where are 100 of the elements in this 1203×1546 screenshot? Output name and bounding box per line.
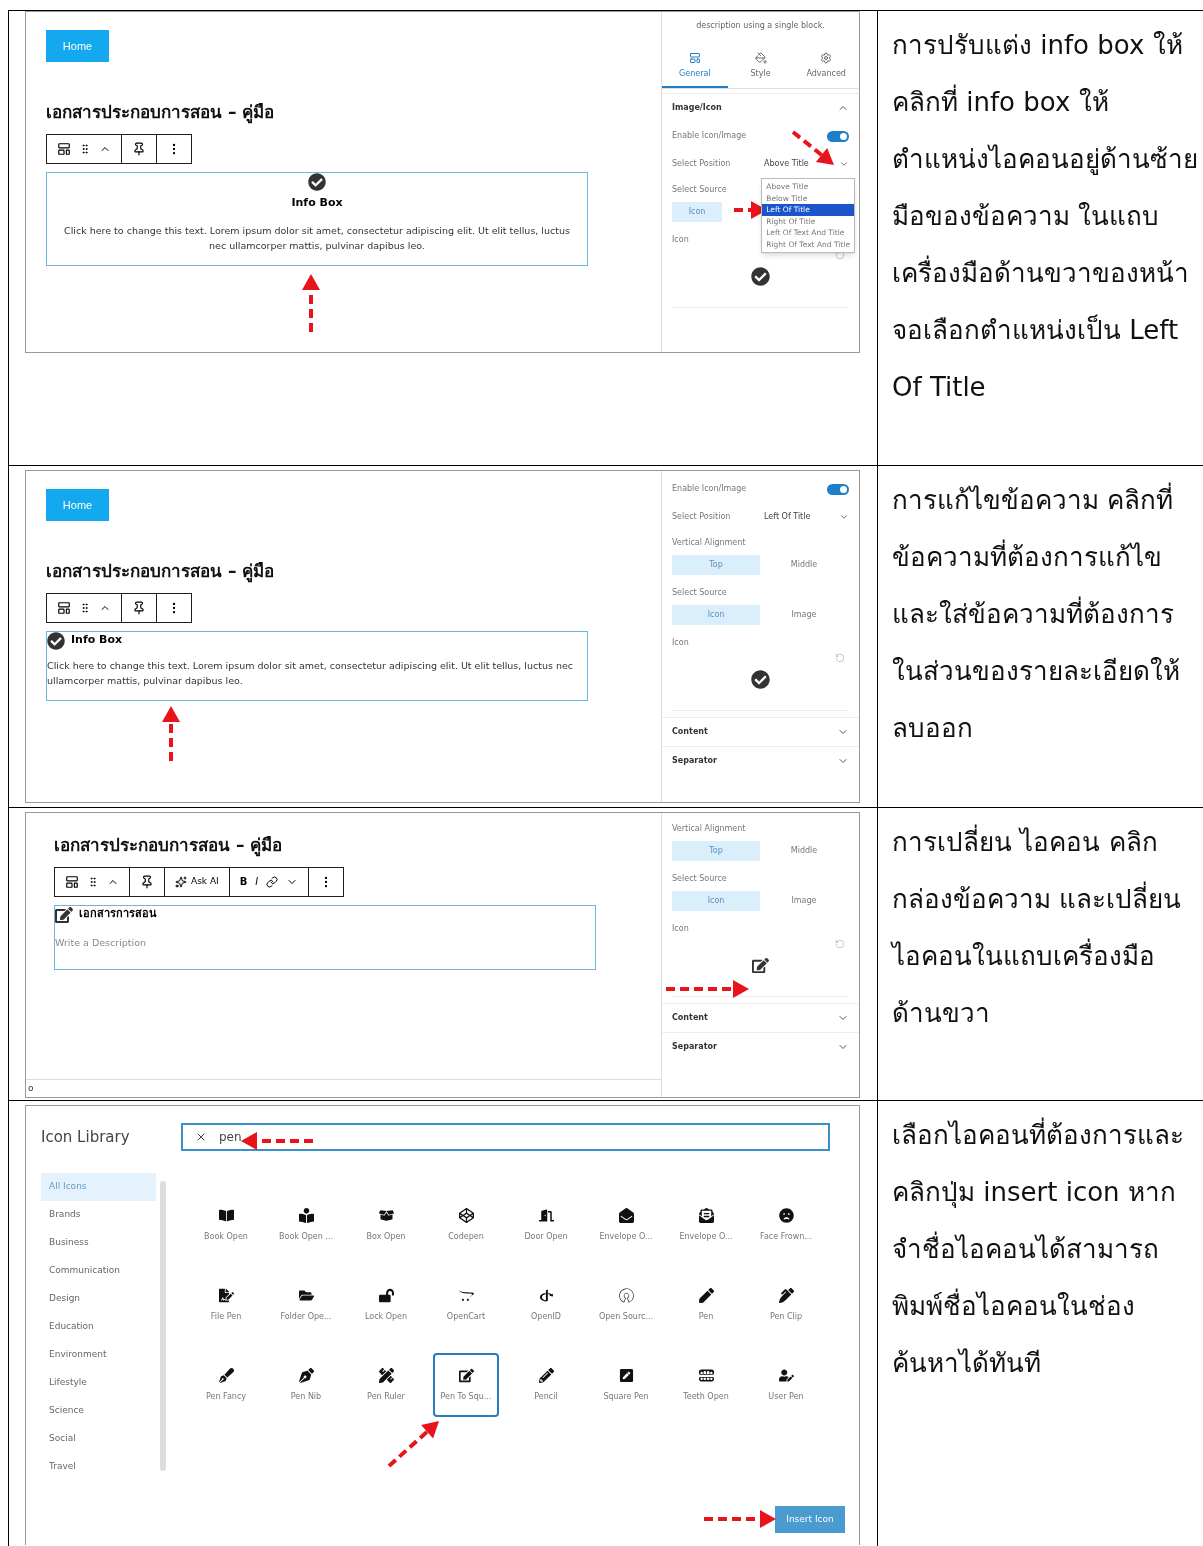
icon-tile[interactable]: OpenID [513, 1273, 579, 1337]
section-title: Image/Icon [672, 102, 722, 114]
icon-tile[interactable]: Pen Nib [273, 1353, 339, 1417]
icon-tile[interactable]: Envelope O... [673, 1193, 739, 1257]
icon-tile[interactable]: Book Open ... [273, 1193, 339, 1257]
drag-handle-icon[interactable] [79, 141, 91, 156]
info-box-title: Info Box [291, 194, 343, 211]
icon-tile[interactable]: Pen Clip [753, 1273, 819, 1337]
pin-icon[interactable] [140, 874, 154, 889]
category-item[interactable]: Science [41, 1397, 156, 1425]
link-icon[interactable] [266, 875, 279, 888]
icon-tile[interactable]: Pen Fancy [193, 1353, 259, 1417]
category-item[interactable]: Communication [41, 1257, 156, 1285]
icon-tile[interactable]: Open Sourc... [593, 1273, 659, 1337]
description-placeholder[interactable]: Write a Description [55, 935, 595, 950]
icon-tile[interactable]: Pen [673, 1273, 739, 1337]
icon-tile[interactable]: File Pen [193, 1273, 259, 1337]
page-title: เอกสารประกอบการสอน – คู่มือ [46, 101, 276, 126]
field-label: Icon [672, 234, 689, 246]
user-pen-icon [778, 1367, 794, 1383]
drag-handle-icon[interactable] [79, 600, 91, 615]
panel-section-header[interactable]: Content [662, 1003, 859, 1032]
segment-option[interactable]: Icon [672, 891, 760, 911]
icon-tile[interactable]: Folder Ope... [273, 1273, 339, 1337]
sidebar-tab[interactable]: Advanced [793, 52, 859, 88]
panel-section-header[interactable]: Separator [662, 746, 859, 775]
pin-icon[interactable] [132, 141, 146, 156]
ask-ai-button[interactable]: Ask AI [175, 874, 219, 889]
field-label: Select Source [672, 184, 727, 196]
field-label: Vertical Alignment [672, 537, 746, 549]
padlock-icon [378, 1287, 394, 1303]
category-item[interactable]: Brands [41, 1201, 156, 1229]
icon-tile[interactable]: Pen Ruler [353, 1353, 419, 1417]
info-box[interactable]: เอกสารการสอน Write a Description [54, 904, 596, 970]
icon-tile[interactable]: Square Pen [593, 1353, 659, 1417]
category-item[interactable]: All Icons [41, 1173, 156, 1201]
cube-icon [458, 1207, 474, 1223]
bold-button[interactable]: B [239, 874, 248, 889]
category-item[interactable]: Education [41, 1313, 156, 1341]
segment-option[interactable]: Top [672, 841, 760, 861]
info-box[interactable]: Info Box Click here to change this text. Lorem ipsum dolor sit amet, consectetur adipiscing elit. Ut elit tellus, luctus nec ullamcorper mattis, pulvinar dapibus leo. [46, 630, 588, 701]
select-value: Above Title [764, 158, 809, 170]
icon-tile[interactable]: Envelope O... [593, 1193, 659, 1257]
icon-tile[interactable]: User Pen [753, 1353, 819, 1417]
icon-tile[interactable]: OpenCart [433, 1273, 499, 1337]
icon-tile[interactable]: Box Open [353, 1193, 419, 1257]
segment-option[interactable]: Icon [672, 605, 760, 625]
segment-option[interactable]: Top [672, 555, 760, 575]
pin-icon[interactable] [132, 600, 146, 615]
file-pen-icon [218, 1287, 234, 1303]
icon-tile[interactable]: Door Open [513, 1193, 579, 1257]
icon-tile[interactable]: Book Open [193, 1193, 259, 1257]
sidebar-tab[interactable]: General [662, 52, 728, 88]
category-item[interactable]: Business [41, 1229, 156, 1257]
toggle-switch[interactable] [827, 130, 849, 142]
home-button[interactable]: Home [46, 30, 109, 62]
category-item[interactable]: Lifestyle [41, 1369, 156, 1397]
category-item[interactable]: Social [41, 1425, 156, 1453]
block-icon[interactable] [57, 141, 71, 156]
icon-tile[interactable]: Face Frown... [753, 1193, 819, 1257]
category-item[interactable]: Environment [41, 1341, 156, 1369]
page-title: เอกสารประกอบการสอน – คู่มือ [46, 560, 276, 585]
section-title: Content [672, 726, 708, 738]
category-item[interactable]: Design [41, 1285, 156, 1313]
icon-tile[interactable]: Pencil [513, 1353, 579, 1417]
icon-tile[interactable]: Pen To Squ... [433, 1353, 499, 1417]
category-item[interactable]: Travel [41, 1453, 156, 1481]
italic-button[interactable]: I [255, 874, 259, 889]
drag-handle-icon[interactable] [87, 874, 99, 889]
block-icon[interactable] [57, 600, 71, 615]
panel-section-header[interactable]: Separator [662, 1032, 859, 1061]
info-box-title: เอกสารการสอน [79, 906, 157, 923]
info-box-text: Click here to change this text. Lorem ipsum dolor sit amet, consectetur adipiscing elit. Ut elit tellus, luctus nec ullamcorper mattis, pulvinar dapibus leo. [63, 224, 571, 253]
clear-icon[interactable] [195, 1131, 207, 1143]
insert-icon-button[interactable]: Insert Icon [775, 1506, 845, 1533]
sidebar-tab[interactable]: Style [727, 52, 794, 88]
segment-option[interactable]: Icon [672, 202, 722, 222]
search-field[interactable]: pen [181, 1123, 830, 1151]
icon-tile[interactable]: Codepen [433, 1193, 499, 1257]
panel-section-header[interactable]: Image/Icon [662, 93, 859, 122]
info-box[interactable]: Info Box Click here to change this text. Lorem ipsum dolor sit amet, consectetur adipiscing elit. Ut elit tellus, luctus nec ullamcorper mattis, pulvinar dapibus leo. [46, 171, 588, 266]
icon-tile[interactable]: Lock Open [353, 1273, 419, 1337]
toggle-switch[interactable] [827, 483, 849, 495]
pen-icon [778, 1287, 794, 1303]
panel-section-header[interactable]: Content [662, 717, 859, 746]
ring-icon [618, 1287, 634, 1303]
pen-nib-icon [298, 1367, 314, 1383]
icon-tile[interactable]: Teeth Open [673, 1353, 739, 1417]
dialog-title: Icon Library [41, 1126, 131, 1148]
info-box-title: Info Box [71, 632, 123, 649]
chevron-down-icon [839, 512, 849, 522]
position-select[interactable]: Left Of Title [764, 511, 849, 523]
instruction-text: การเปลี่ยน ไอคอน คลิก กล่องข้อความ และเปลี่ยน ไอคอนในแถบเครื่องมือ ด้านขวา [892, 814, 1199, 1042]
block-icon[interactable] [65, 874, 79, 889]
field-label: Icon [672, 923, 689, 935]
teeth-icon [698, 1367, 714, 1383]
position-select[interactable]: Above Title [764, 158, 849, 170]
brush-icon [218, 1367, 234, 1383]
tab-icon [820, 52, 833, 64]
home-button[interactable]: Home [46, 489, 109, 521]
